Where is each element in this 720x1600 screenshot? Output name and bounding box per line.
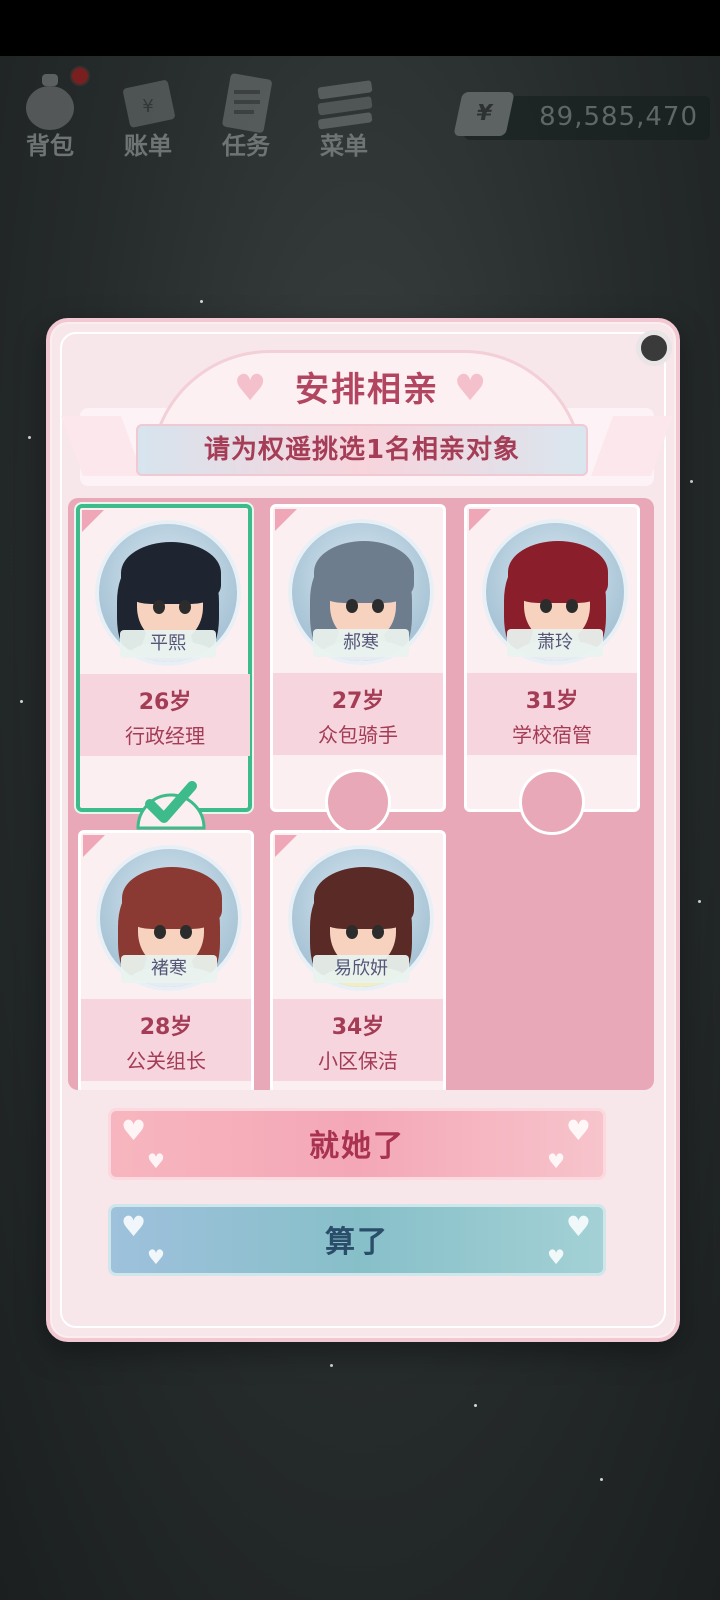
nav-bill[interactable]: ¥ 账单 [102,64,194,164]
eye [346,925,358,939]
bill-icon: ¥ [123,80,175,128]
card-corner [82,510,104,532]
dialog-title: 安排相亲 [295,370,439,410]
card-corner [469,509,491,531]
nav-label: 背包 [26,132,74,160]
candidate-job: 小区保洁 [318,1049,398,1073]
eye [372,599,384,613]
eye [153,600,165,614]
star [698,900,701,903]
heart-icon: ♥ [121,1210,149,1243]
svg-text:¥: ¥ [142,96,153,117]
close-icon[interactable] [636,330,672,366]
heart-icon: ♥ [147,1245,167,1269]
heart-icon: ♥ [121,1114,149,1147]
candidate-age: 26岁 [138,690,192,715]
confirm-button[interactable]: ♥ ♥ ♥ ♥ 就她了 [108,1108,606,1180]
eye [179,600,191,614]
candidate-name: 褚寒 [121,955,217,983]
star [20,700,23,703]
hair [121,542,221,604]
money-amount: 89,585,470 [539,102,698,132]
heart-icon: ♥ [565,1114,593,1147]
card-corner [275,509,297,531]
nav-backpack[interactable]: 背包 [4,64,96,164]
confirm-label: 就她了 [309,1129,405,1164]
candidate-age: 28岁 [139,1015,193,1040]
eye [372,925,384,939]
candidate-card[interactable]: 平熙 26岁 行政经理 [76,504,252,830]
eye [540,599,552,613]
notification-dot [70,66,90,86]
candidate-name: 平熙 [120,630,216,658]
candidate-age: 34岁 [331,1015,385,1040]
candidate-card[interactable]: 易欣妍 34岁 小区保洁 [270,830,446,1090]
star [200,300,203,303]
candidate-name: 易欣妍 [313,955,409,983]
star [330,1364,333,1367]
candidate-job: 众包骑手 [318,723,398,747]
candidate-age: 27岁 [331,689,385,714]
yen-icon: ¥ [453,92,515,136]
candidate-name: 萧玲 [507,629,603,657]
nav-menu[interactable]: 菜单 [298,64,390,164]
hair [314,867,414,929]
card-corner [275,835,297,857]
candidate-name: 郝寒 [313,629,409,657]
candidate-card[interactable]: 郝寒 27岁 众包骑手 [270,504,446,835]
eye [180,925,192,939]
nav-label: 账单 [124,132,172,160]
candidate-age: 31岁 [525,689,579,714]
task-icon [222,73,272,133]
nav-label: 任务 [222,132,270,160]
star [690,480,693,483]
cancel-button[interactable]: ♥ ♥ ♥ ♥ 算了 [108,1204,606,1276]
hair [122,867,222,929]
checkmark-icon [136,781,206,830]
candidate-job: 公关组长 [126,1049,206,1073]
status-bar [0,0,720,56]
nav-label: 菜单 [320,132,368,160]
star [28,436,31,439]
eye [346,599,358,613]
eye [566,599,578,613]
dialog-subtitle: 请为权遥挑选1名相亲对象 [136,424,588,476]
eye [154,925,166,939]
candidate-job: 学校宿管 [512,723,592,747]
card-corner [83,835,105,857]
card-notch [325,769,391,835]
candidate-job: 行政经理 [125,724,205,748]
cancel-label: 算了 [325,1225,389,1260]
heart-icon: ♥ [147,1149,167,1173]
card-notch [519,769,585,835]
hair [314,541,414,603]
heart-icon: ♥ [547,1245,567,1269]
heart-icon: ♥ [547,1149,567,1173]
heart-icon: ♥ [565,1210,593,1243]
money-display: ¥ 89,585,470 [453,92,710,140]
matchmaking-dialog: ♥ ♥ 安排相亲 请为权遥挑选1名相亲对象 平熙 26岁 行政经理 郝寒 27岁… [46,318,680,1342]
candidate-card[interactable]: 褚寒 28岁 公关组长 [78,830,254,1090]
star [474,1404,477,1407]
star [600,1478,603,1481]
nav-task[interactable]: 任务 [200,64,292,164]
candidate-grid: 平熙 26岁 行政经理 郝寒 27岁 众包骑手 萧玲 31岁 学校宿管 褚寒 2… [68,498,654,1090]
candidate-card[interactable]: 萧玲 31岁 学校宿管 [464,504,640,835]
menu-icon [317,80,373,130]
hair [508,541,608,603]
